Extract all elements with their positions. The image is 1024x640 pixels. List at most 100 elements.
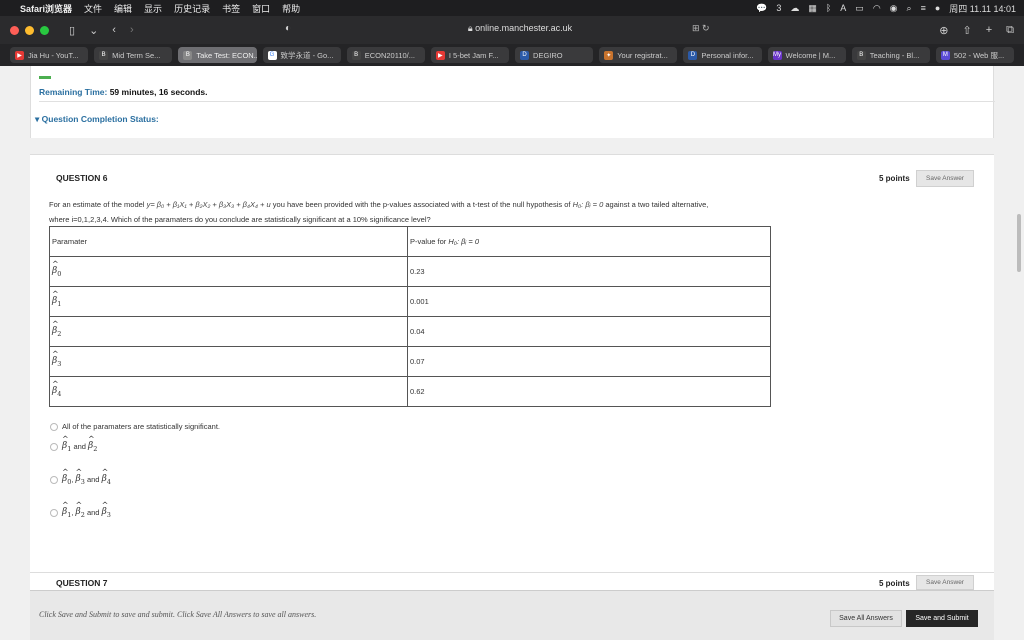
header-pvalue-label: P-value for xyxy=(410,237,447,246)
hat-symbol: ^ xyxy=(52,259,59,269)
browser-tab[interactable]: ✦ Your registrat... xyxy=(599,47,678,63)
tab-favicon-icon: D xyxy=(688,50,698,60)
browser-tab[interactable]: B Teaching - Bl... xyxy=(851,47,930,63)
browser-tab[interactable]: B ECON20110/... xyxy=(346,47,425,63)
beta-3: ^ β3 xyxy=(101,501,111,519)
save-answer-button[interactable]: Save Answer xyxy=(916,170,974,187)
clock[interactable]: 周四 11.11 14:01 xyxy=(949,2,1016,15)
beta-0: ^ β0 xyxy=(62,468,72,486)
grid-icon[interactable]: ▦ xyxy=(808,3,817,14)
header-parameter: Paramater xyxy=(49,226,408,257)
option-c[interactable]: ^ β0, ^ β3 and ^ β4 xyxy=(50,468,111,486)
translate-icon[interactable]: ⊞ ↻ xyxy=(692,23,710,34)
question-7-save-answer-button[interactable]: Save Answer xyxy=(916,575,974,590)
beta-1: ^ β1 xyxy=(62,435,72,453)
pvalue-cell: 0.07 xyxy=(407,346,771,377)
forward-icon[interactable]: › xyxy=(130,24,134,36)
input-method-icon[interactable]: A xyxy=(840,3,846,13)
cloud-icon[interactable]: ☁ xyxy=(790,3,799,14)
browser-tab[interactable]: ▶ I 5-bet Jam F... xyxy=(430,47,510,63)
option-b[interactable]: ^ β1 and ^ β2 xyxy=(50,435,97,453)
browser-tab[interactable]: ▶ Jia Hu - YouT... xyxy=(10,47,89,63)
chevron-down-icon[interactable]: ⌄ xyxy=(89,24,98,37)
table-header-row: Paramater P-value for H₀: βᵢ = 0 xyxy=(49,226,771,257)
tab-favicon-icon: ▶ xyxy=(435,50,445,60)
tab-label: ECON20110/... xyxy=(364,50,415,60)
option-b-and: and xyxy=(73,442,86,452)
browser-tab[interactable]: D DEGIRO xyxy=(515,47,594,63)
window-controls xyxy=(10,25,49,35)
menu-file[interactable]: 文件 xyxy=(84,2,102,15)
option-d-radio[interactable] xyxy=(50,508,58,517)
privacy-shield-icon[interactable]: ◐ xyxy=(285,23,291,34)
save-all-answers-button[interactable]: Save All Answers xyxy=(830,610,902,627)
menubar-tray: 💬 3 ☁ ▦ ᛒ A ▭ ◠ ◉ ⌕ ≡ ● 周四 11.11 14:01 xyxy=(756,2,1016,15)
battery-icon[interactable]: ▭ xyxy=(855,3,864,14)
new-tab-icon[interactable]: + xyxy=(986,24,992,37)
menu-edit[interactable]: 编辑 xyxy=(114,2,132,15)
divider xyxy=(39,101,995,102)
browser-tab[interactable]: My Welcome | M... xyxy=(767,47,846,63)
beta-4: ^ β4 xyxy=(101,468,111,486)
sidebar-icon[interactable]: ▯ xyxy=(69,24,75,37)
option-d-and: and xyxy=(86,508,100,518)
wifi-icon[interactable]: ◠ xyxy=(873,3,881,14)
tab-label: Take Test: ECON... xyxy=(196,50,257,60)
toolbar-right: ⊕ ⇧ + ⧉ xyxy=(939,24,1014,37)
tab-favicon-icon: B xyxy=(99,50,109,60)
table-row: ^ β4 0.62 xyxy=(49,376,771,407)
option-d[interactable]: ^ β1, ^ β2 and ^ β3 xyxy=(50,501,111,519)
tab-favicon-icon: My xyxy=(772,50,782,60)
tab-favicon-icon: B xyxy=(856,50,866,60)
remaining-time: Remaining Time: 59 minutes, 16 seconds. xyxy=(39,87,208,97)
share-icon[interactable]: ⇧ xyxy=(962,24,971,37)
save-and-submit-button[interactable]: Save and Submit xyxy=(906,610,978,627)
option-a[interactable]: All of the paramaters are statistically … xyxy=(50,422,220,431)
user-icon[interactable]: ◉ xyxy=(890,3,898,14)
browser-tab[interactable]: G 致学永道 - Go... xyxy=(262,47,341,63)
wechat-icon[interactable]: 💬 xyxy=(756,3,767,14)
tab-overview-icon[interactable]: ⧉ xyxy=(1006,24,1014,37)
download-icon[interactable]: ⊕ xyxy=(939,24,948,37)
address-bar[interactable]: 🔒︎ online.manchester.ac.uk xyxy=(400,23,640,39)
table-row: ^ β2 0.04 xyxy=(49,316,771,347)
bluetooth-icon[interactable]: ᛒ xyxy=(826,3,831,13)
browser-tab[interactable]: B Mid Term Se... xyxy=(94,47,173,63)
menu-view[interactable]: 显示 xyxy=(144,2,162,15)
spotlight-icon[interactable]: ⌕ xyxy=(907,3,912,14)
minimize-window-button[interactable] xyxy=(25,25,34,35)
beta-1: ^ β1 xyxy=(62,501,72,519)
control-center-icon[interactable]: ≡ xyxy=(921,3,926,13)
beta-subscript: 1 xyxy=(57,299,62,308)
lock-icon: 🔒︎ xyxy=(467,23,476,33)
back-icon[interactable]: ‹ xyxy=(112,24,116,36)
beta-symbol: ^ β1 xyxy=(52,290,62,308)
zoom-window-button[interactable] xyxy=(40,25,49,35)
footer-instructions: Click Save and Submit to save and submit… xyxy=(39,610,317,619)
close-window-button[interactable] xyxy=(10,25,19,35)
parameter-cell: ^ β1 xyxy=(49,286,408,317)
beta-symbol: ^ β3 xyxy=(52,350,61,368)
question-text: For an estimate of the model y= β₀ + β₁X… xyxy=(49,197,809,227)
progress-indicator xyxy=(39,76,51,79)
tab-favicon-icon: B xyxy=(183,50,193,60)
question-6-card: QUESTION 6 5 points Save Answer For an e… xyxy=(30,154,994,574)
browser-tab[interactable]: M 502 - Web 服... xyxy=(935,47,1015,63)
beta-symbol: ^ β2 xyxy=(52,320,61,338)
browser-tab[interactable]: D Personal infor... xyxy=(683,47,762,63)
browser-tab[interactable]: B Take Test: ECON... xyxy=(178,47,257,63)
hat-symbol: ^ xyxy=(52,319,59,329)
menu-bookmarks[interactable]: 书签 xyxy=(222,2,240,15)
siri-icon[interactable]: ● xyxy=(935,3,940,13)
menu-help[interactable]: 帮助 xyxy=(282,2,300,15)
test-status-card: Remaining Time: 59 minutes, 16 seconds. … xyxy=(30,66,995,138)
menu-window[interactable]: 窗口 xyxy=(252,2,270,15)
tab-favicon-icon: B xyxy=(351,50,361,60)
option-a-radio[interactable] xyxy=(50,422,58,431)
scrollbar-thumb[interactable] xyxy=(1017,214,1021,272)
menu-history[interactable]: 历史记录 xyxy=(174,2,210,15)
option-c-radio[interactable] xyxy=(50,475,58,484)
question-completion-status[interactable]: ▾ Question Completion Status: xyxy=(35,114,159,125)
option-b-radio[interactable] xyxy=(50,442,58,451)
menu-app-name[interactable]: Safari浏览器 xyxy=(20,2,72,15)
